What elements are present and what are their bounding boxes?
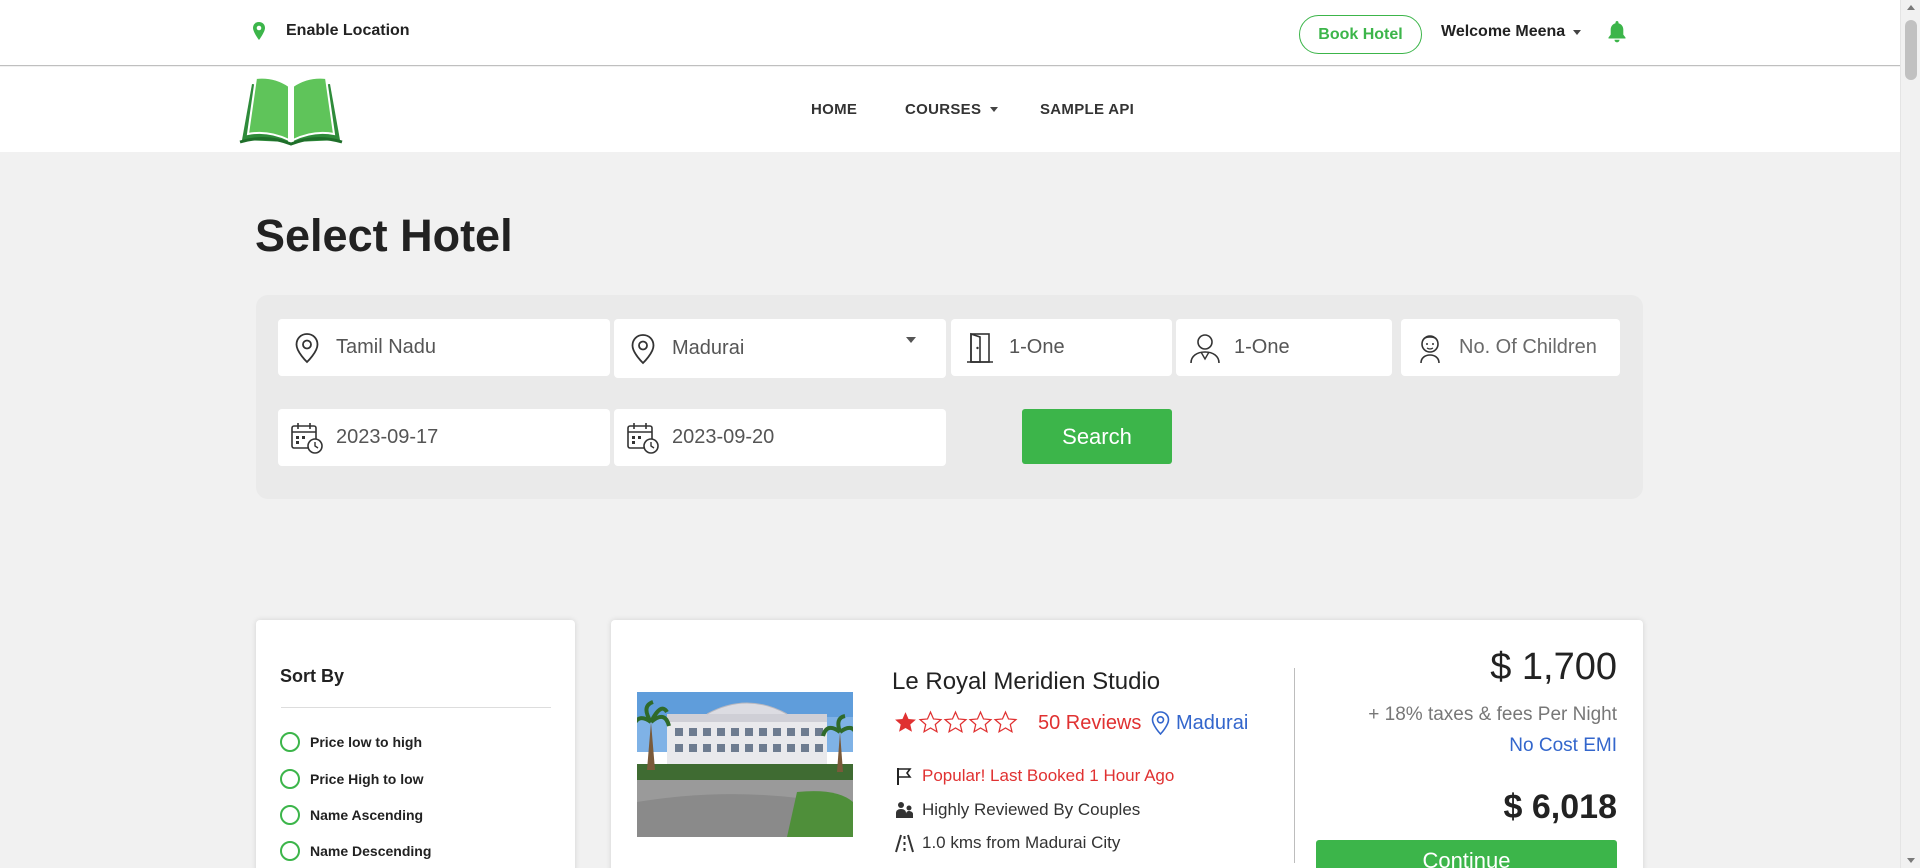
star-empty-icon — [918, 710, 943, 734]
radio-button[interactable] — [280, 732, 300, 752]
hotel-city-label: Madurai — [1176, 711, 1249, 734]
flag-icon — [897, 767, 912, 785]
feature-distance: 1.0 kms from Madurai City — [895, 833, 1120, 853]
children-placeholder: No. Of Children — [1459, 336, 1597, 358]
nav-home-label: HOME — [811, 101, 858, 118]
bell-icon[interactable] — [1607, 21, 1627, 43]
chevron-down-icon — [1573, 29, 1582, 35]
city-select[interactable]: Madurai — [614, 319, 946, 378]
feature-text: Popular! Last Booked 1 Hour Ago — [922, 766, 1175, 785]
no-cost-emi-link[interactable]: No Cost EMI — [1509, 735, 1617, 757]
sort-option-label: Name Ascending — [310, 807, 424, 823]
total-price: $ 6,018 — [1503, 788, 1617, 826]
tax-note: + 18% taxes & fees Per Night — [1368, 704, 1617, 725]
radio-button[interactable] — [280, 805, 300, 825]
sort-option-price-high-low[interactable]: Price High to low — [280, 769, 424, 789]
book-logo-icon[interactable] — [238, 74, 344, 146]
child-icon — [1420, 334, 1440, 363]
sort-option-label: Price low to high — [310, 734, 423, 750]
couple-icon — [896, 801, 913, 818]
star-empty-icon — [968, 710, 993, 734]
location-pin-icon — [253, 22, 265, 40]
star-rating — [893, 710, 1018, 735]
scroll-thumb[interactable] — [1905, 20, 1917, 80]
feature-text: 1.0 kms from Madurai City — [922, 833, 1121, 852]
user-menu[interactable]: Welcome Meena — [1441, 23, 1582, 41]
checkin-value: 2023-09-17 — [336, 426, 439, 448]
nav-home[interactable]: HOME — [811, 101, 857, 118]
adults-value: 1-One — [1234, 336, 1290, 358]
sort-title: Sort By — [280, 666, 345, 686]
nav-sample-api[interactable]: SAMPLE API — [1040, 101, 1134, 118]
star-empty-icon — [943, 710, 968, 734]
rooms-value: 1-One — [1009, 336, 1065, 358]
map-pin-icon — [295, 332, 319, 363]
page-scrollbar[interactable] — [1900, 0, 1920, 868]
city-value: Madurai — [672, 337, 745, 359]
checkout-value: 2023-09-20 — [672, 426, 775, 448]
welcome-label: Welcome Meena — [1441, 23, 1566, 40]
chevron-down-icon — [906, 337, 916, 343]
search-button[interactable]: Search — [1022, 409, 1172, 464]
road-icon — [895, 834, 914, 852]
page-title: Select Hotel — [255, 210, 513, 261]
card-divider — [1294, 668, 1295, 863]
sort-card: Sort By Price low to high Price High to … — [256, 620, 575, 868]
continue-button[interactable]: Continue — [1316, 840, 1617, 868]
state-value: Tamil Nadu — [336, 336, 437, 358]
hotel-city: Madurai — [1151, 711, 1248, 735]
sort-option-name-desc[interactable]: Name Descending — [280, 841, 431, 861]
nav-sample-api-label: SAMPLE API — [1040, 101, 1135, 118]
hotel-photo[interactable] — [637, 692, 853, 837]
enable-location-label: Enable Location — [286, 22, 410, 39]
search-panel: Tamil Nadu Madurai 1-One 1-One No. Of Ch… — [256, 295, 1643, 499]
reviews-link[interactable]: 50 Reviews — [1038, 712, 1141, 735]
checkout-date-field[interactable]: 2023-09-20 — [614, 409, 946, 466]
state-field[interactable]: Tamil Nadu — [278, 319, 610, 376]
scroll-up-icon[interactable] — [1907, 5, 1915, 10]
book-hotel-button[interactable]: Book Hotel — [1299, 15, 1422, 54]
top-bar: Enable Location Book Hotel Welcome Meena — [0, 0, 1900, 66]
sort-option-label: Price High to low — [310, 771, 424, 787]
calendar-clock-icon — [291, 422, 323, 454]
adult-person-icon — [1190, 333, 1220, 363]
adults-field[interactable]: 1-One — [1176, 319, 1392, 376]
sort-option-price-low-high[interactable]: Price low to high — [280, 732, 422, 752]
hotel-name[interactable]: Le Royal Meridien Studio — [892, 668, 1160, 696]
nav-courses-label: COURSES — [905, 101, 982, 118]
star-empty-icon — [993, 710, 1018, 734]
door-icon — [967, 332, 993, 363]
enable-location-link[interactable]: Enable Location — [252, 22, 410, 40]
map-pin-icon — [1151, 711, 1170, 735]
sort-option-name-asc[interactable]: Name Ascending — [280, 805, 423, 825]
rooms-field[interactable]: 1-One — [951, 319, 1172, 376]
checkin-date-field[interactable]: 2023-09-17 — [278, 409, 610, 466]
price-per-night: $ 1,700 — [1490, 646, 1617, 688]
children-field[interactable]: No. Of Children — [1401, 319, 1620, 376]
feature-text: Highly Reviewed By Couples — [922, 800, 1141, 819]
sort-option-label: Name Descending — [310, 843, 432, 859]
map-pin-icon — [631, 333, 655, 364]
hotel-card: Le Royal Meridien Studio 50 Reviews Madu… — [611, 620, 1643, 868]
chevron-down-icon — [990, 107, 999, 112]
nav-courses[interactable]: COURSES — [905, 101, 999, 118]
feature-popular: Popular! Last Booked 1 Hour Ago — [895, 766, 1174, 786]
feature-couples: Highly Reviewed By Couples — [895, 800, 1140, 820]
radio-button[interactable] — [280, 769, 300, 789]
sort-divider — [281, 707, 551, 708]
main-navbar: HOME COURSES SAMPLE API — [0, 67, 1900, 152]
radio-button[interactable] — [280, 841, 300, 861]
calendar-clock-icon — [627, 422, 659, 454]
scroll-down-icon[interactable] — [1907, 858, 1915, 863]
star-filled-icon — [895, 712, 916, 732]
